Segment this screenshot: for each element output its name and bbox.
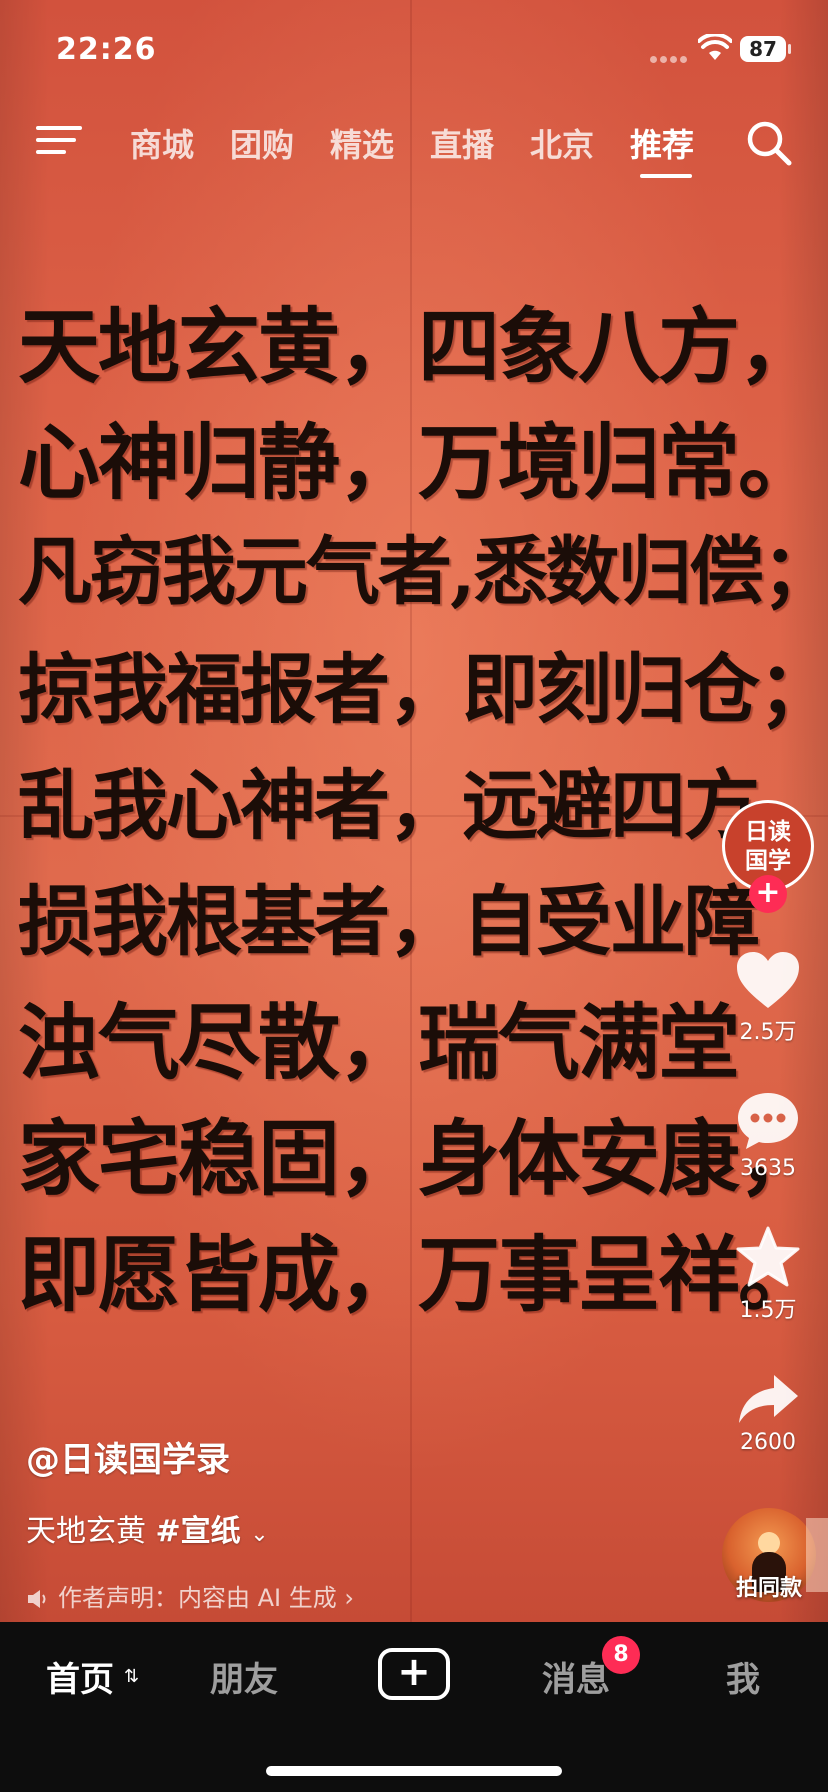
active-tab-indicator (640, 174, 692, 178)
status-time: 22:26 (56, 32, 157, 67)
ai-disclaimer-text: 作者声明：内容由 AI 生成 › (58, 1584, 354, 1612)
same-style-button[interactable]: 拍同款 (722, 1570, 816, 1602)
comment-button[interactable]: 3635 (726, 1090, 810, 1181)
create-button[interactable]: + (378, 1648, 450, 1700)
home-indicator (266, 1766, 562, 1776)
ai-disclaimer[interactable]: 作者声明：内容由 AI 生成 › (26, 1578, 354, 1613)
search-icon[interactable] (744, 118, 794, 168)
comment-count: 3635 (740, 1156, 796, 1181)
battery-icon: 87 (740, 36, 786, 62)
comment-icon (738, 1093, 798, 1149)
speaker-icon (28, 1590, 46, 1608)
tab-live[interactable]: 直播 (430, 120, 494, 166)
messages-badge: 8 (602, 1636, 640, 1674)
tab-friends[interactable]: 朋友 (210, 1652, 278, 1701)
tab-group-buy[interactable]: 团购 (230, 120, 294, 166)
bottom-tab-bar: 首页 ⇅ 朋友 + 消息 8 我 (0, 1622, 828, 1792)
follow-button[interactable]: + (749, 875, 787, 913)
like-button[interactable]: 2.5万 (726, 950, 810, 1046)
status-bar: 22:26 87 (0, 0, 828, 100)
menu-icon[interactable] (36, 122, 82, 158)
tab-mall[interactable]: 商城 (130, 120, 194, 166)
battery-tip (788, 44, 791, 54)
avatar-text-line: 日读 (745, 818, 791, 845)
share-icon (739, 1375, 798, 1423)
star-icon (736, 1226, 800, 1287)
favorite-count: 1.5万 (739, 1298, 797, 1323)
description-text: 天地玄黄 (26, 1514, 156, 1549)
swap-icon[interactable]: ⇅ (124, 1666, 139, 1687)
poem-line: 凡窃我元气者,悉数归偿； (18, 529, 828, 615)
poem-line: 天地玄黄，四象八方， (18, 299, 820, 395)
video-description: 天地玄黄 #宣纸 ⌄ (26, 1506, 269, 1550)
share-count: 2600 (740, 1430, 796, 1455)
video-screen: 22:26 87 商城 团购 精选 直播 北京 推荐 天地玄黄，四象八方， 心神… (0, 0, 828, 1792)
avatar-text-line: 国学 (745, 847, 791, 874)
poem-line: 心神归静，万境归常。 (18, 415, 820, 511)
tab-recommend[interactable]: 推荐 (630, 120, 694, 166)
tab-featured[interactable]: 精选 (330, 120, 394, 166)
poem-line: 乱我心神者，远避四方 (18, 761, 760, 850)
tab-me[interactable]: 我 (726, 1652, 760, 1701)
share-button[interactable]: 2600 (726, 1372, 810, 1455)
poem-line: 即愿皆成，万事呈祥。 (18, 1227, 820, 1323)
poem-line: 掠我福报者，即刻归仓； (18, 645, 828, 734)
like-count: 2.5万 (739, 1020, 797, 1045)
poem-line: 浊气尽散，瑞气满堂 (18, 995, 740, 1091)
wifi-icon (698, 34, 732, 60)
heart-icon (737, 952, 799, 1008)
poem-line: 损我根基者，自受业障 (18, 877, 760, 966)
cellular-signal-icon (650, 48, 692, 63)
poem-line: 家宅稳固，身体安康， (18, 1111, 820, 1207)
chevron-down-icon[interactable]: ⌄ (250, 1522, 268, 1547)
author-name[interactable]: @日读国学录 (26, 1432, 230, 1481)
favorite-button[interactable]: 1.5万 (726, 1226, 810, 1324)
hashtag-link[interactable]: #宣纸 (156, 1514, 241, 1549)
top-nav: 商城 团购 精选 直播 北京 推荐 (0, 108, 828, 188)
tab-home[interactable]: 首页 (46, 1652, 114, 1701)
tab-beijing[interactable]: 北京 (530, 120, 594, 166)
tab-messages[interactable]: 消息 (542, 1652, 610, 1701)
